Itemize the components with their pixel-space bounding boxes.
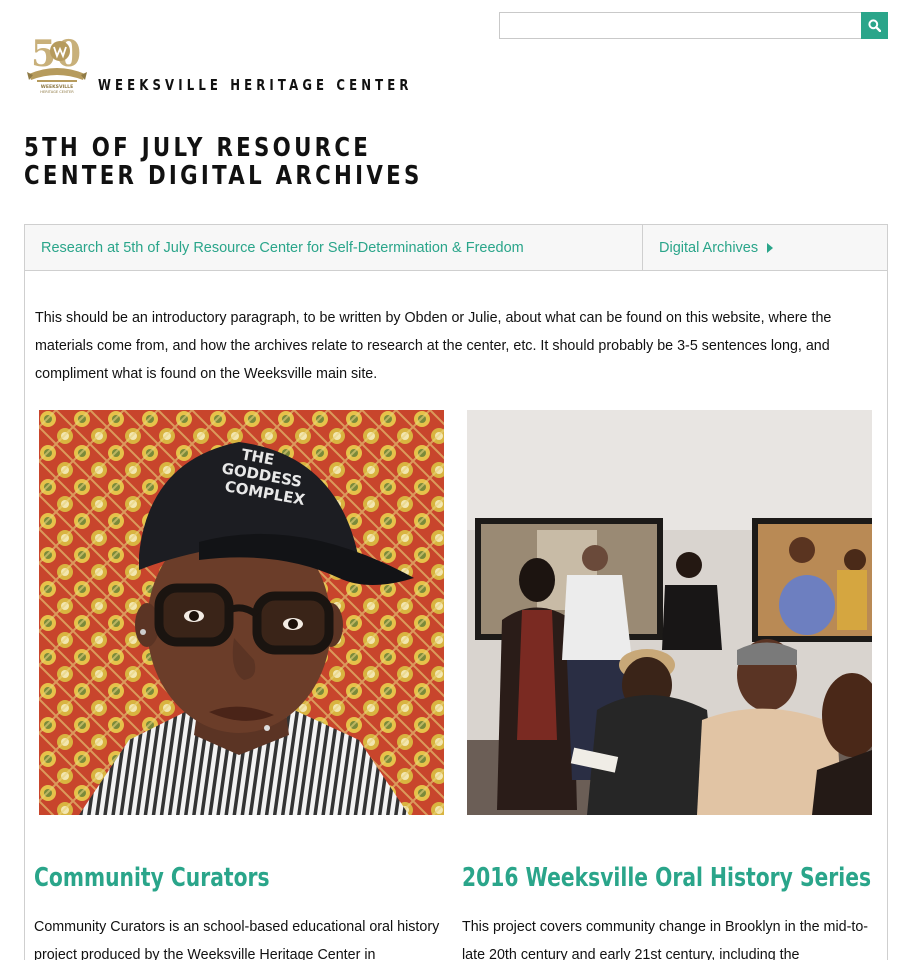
search-bar bbox=[499, 12, 888, 39]
intro-paragraph: This should be an introductory paragraph… bbox=[35, 310, 832, 382]
tab-digital-archives[interactable]: Digital Archives bbox=[643, 225, 887, 270]
brand-name[interactable]: WEEKSVILLE HERITAGE CENTER bbox=[98, 76, 413, 94]
archives-panel: Research at 5th of July Resource Center … bbox=[24, 224, 888, 960]
breadcrumb-nav: Research at 5th of July Resource Center … bbox=[25, 225, 887, 271]
caret-right-icon bbox=[767, 242, 774, 253]
svg-text:HERITAGE CENTER: HERITAGE CENTER bbox=[40, 90, 74, 94]
page-title-line-1: 5TH OF JULY RESOURCE bbox=[24, 133, 372, 163]
search-icon bbox=[868, 19, 881, 32]
tab-digital-archives-label: Digital Archives bbox=[659, 239, 759, 256]
weeksville-logo[interactable]: 50 WEEKSVILLE HERITAGE CENTER bbox=[25, 28, 89, 94]
tab-research[interactable]: Research at 5th of July Resource Center … bbox=[25, 225, 643, 270]
community-curators-description: Community Curators is an school-based ed… bbox=[34, 919, 440, 960]
oral-history-series-image[interactable] bbox=[467, 410, 872, 815]
oral-history-series-title[interactable]: 2016 Weeksville Oral History Series bbox=[462, 863, 871, 893]
community-curators-title[interactable]: Community Curators bbox=[34, 863, 270, 893]
community-curators-image[interactable]: THE GODDESS COMPLEX bbox=[39, 410, 444, 815]
page-title: 5TH OF JULY RESOURCE CENTER DIGITAL ARCH… bbox=[24, 134, 423, 190]
page-title-line-2: CENTER DIGITAL ARCHIVES bbox=[24, 161, 423, 191]
search-button[interactable] bbox=[861, 12, 888, 39]
search-input[interactable] bbox=[499, 12, 861, 39]
tab-research-label: Research at 5th of July Resource Center … bbox=[41, 239, 524, 256]
oral-history-series-description: This project covers community change in … bbox=[462, 919, 869, 960]
